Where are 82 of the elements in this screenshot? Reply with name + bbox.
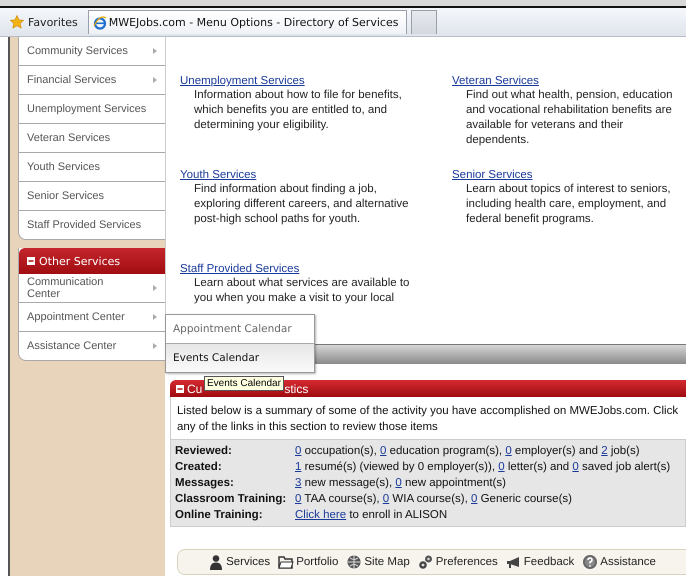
value-text: new appointment(s) xyxy=(404,476,506,491)
menu-item[interactable]: Communication Center xyxy=(19,274,165,303)
group-header[interactable]: Other Services xyxy=(19,248,165,274)
submenu-item[interactable]: Appointment Calendar xyxy=(166,315,314,344)
menu-item[interactable]: Financial Services xyxy=(19,66,165,95)
count-link[interactable]: 0 xyxy=(382,491,390,507)
count-link[interactable]: 0 xyxy=(498,459,505,475)
menu-item[interactable]: Assistance Center xyxy=(19,332,165,360)
service-description: Learn about what services are available to you when you make a visit to your local xyxy=(193,276,410,306)
count-link[interactable]: 0 xyxy=(295,491,302,507)
tooltip: Events Calendar xyxy=(204,376,284,391)
footer-link[interactable]: Feedback xyxy=(506,554,574,570)
value-text: resumé(s) (viewed by 0 employer(s)), xyxy=(304,460,496,475)
service-description: Find information about finding a job, exploring different careers, and alternative post-high school paths for youth. xyxy=(193,182,410,227)
submenu-arrow-icon xyxy=(153,285,157,291)
count-link[interactable]: 0 xyxy=(395,475,402,491)
gears-icon xyxy=(418,554,434,570)
service-link[interactable]: Senior Services xyxy=(452,168,533,182)
submenu-arrow-icon xyxy=(153,314,157,320)
value-text: occupation(s), xyxy=(304,444,378,459)
count-link[interactable]: Click here xyxy=(295,507,346,523)
collapse-icon[interactable] xyxy=(27,257,35,265)
value-text: employer(s) and xyxy=(514,444,600,459)
service-link[interactable]: Staff Provided Services xyxy=(180,262,300,276)
menu-item[interactable]: Youth Services xyxy=(19,153,165,182)
submenu-item[interactable]: Events Calendar xyxy=(166,344,314,372)
person-icon xyxy=(208,554,224,570)
menu-item[interactable]: Unemployment Services xyxy=(19,95,165,124)
count-link[interactable]: 1 xyxy=(295,459,302,475)
service-link[interactable]: Unemployment Services xyxy=(180,74,305,88)
submenu-arrow-icon xyxy=(153,77,157,83)
row-label: Classroom Training: xyxy=(175,492,288,507)
service-description: Information about how to file for benefits, which benefits you are entitled to, and determining your eligibility. xyxy=(193,88,403,133)
header-title: stics xyxy=(284,382,308,396)
globe-icon xyxy=(346,554,362,570)
footer-link[interactable]: Assistance xyxy=(582,554,656,570)
value-text: letter(s) and xyxy=(506,460,570,475)
menu-item[interactable]: Veteran Services xyxy=(19,124,165,153)
value-text: job(s) xyxy=(610,444,640,459)
megaphone-icon xyxy=(506,554,522,570)
group-title: Other Services xyxy=(39,254,120,268)
footer-link[interactable]: Preferences xyxy=(418,554,498,570)
count-link[interactable]: 0 xyxy=(295,443,302,459)
row-label: Online Training: xyxy=(175,508,264,523)
value-text: Generic course(s) xyxy=(480,492,572,507)
service-link[interactable]: Youth Services xyxy=(180,168,256,182)
browser-tab[interactable]: MWEJobs.com - Menu Options - Directory of Services xyxy=(88,10,408,34)
footer-link[interactable]: Portfolio xyxy=(278,554,338,570)
value-text: new message(s), xyxy=(304,476,394,491)
service-link[interactable]: Veteran Services xyxy=(452,74,539,88)
value-text: education program(s), xyxy=(388,444,504,459)
count-link[interactable]: 0 xyxy=(505,443,512,459)
service-description: Learn about topics of interest to seniors, including health care, employment, and federal benefit programs. xyxy=(465,182,672,227)
header-title: Cu xyxy=(187,382,202,396)
collapse-icon[interactable] xyxy=(176,384,184,392)
footer-link[interactable]: Site Map xyxy=(346,554,410,570)
value-text: to enroll in ALISON xyxy=(348,508,448,523)
count-link[interactable]: 0 xyxy=(380,443,386,459)
count-link[interactable]: 0 xyxy=(471,491,478,507)
value-text: saved job alert(s) xyxy=(580,460,670,475)
value-text: TAA course(s), xyxy=(303,492,381,507)
service-description: Find out what health, pension, education and vocational rehabilitation benefits are available for veterans and their dependents. xyxy=(465,88,674,148)
row-label: Messages: xyxy=(175,476,235,491)
footer-link[interactable]: Services xyxy=(208,554,270,570)
submenu-arrow-icon xyxy=(153,343,157,349)
help-icon xyxy=(582,554,598,570)
menu-item[interactable]: Community Services xyxy=(19,37,165,66)
favorites-button[interactable]: Favorites xyxy=(10,15,84,29)
count-link[interactable]: 0 xyxy=(572,459,579,475)
browser-e-icon xyxy=(92,16,107,30)
count-link[interactable]: 2 xyxy=(601,443,608,459)
menu-item[interactable]: Staff Provided Services xyxy=(19,211,165,239)
count-link[interactable]: 3 xyxy=(295,475,302,491)
submenu-arrow-icon xyxy=(153,48,157,54)
intro-text: any of the links in this section to review those items xyxy=(177,420,439,435)
intro-text: Listed below is a summary of some of the activity you have accomplished on MWEJobs.com. Click xyxy=(177,404,680,419)
menu-item[interactable]: Senior Services xyxy=(19,182,165,211)
row-label: Created: xyxy=(175,460,223,475)
star-icon xyxy=(10,15,24,29)
row-label: Reviewed: xyxy=(175,444,233,459)
value-text: WIA course(s), xyxy=(391,492,469,507)
folder-icon xyxy=(278,554,294,570)
